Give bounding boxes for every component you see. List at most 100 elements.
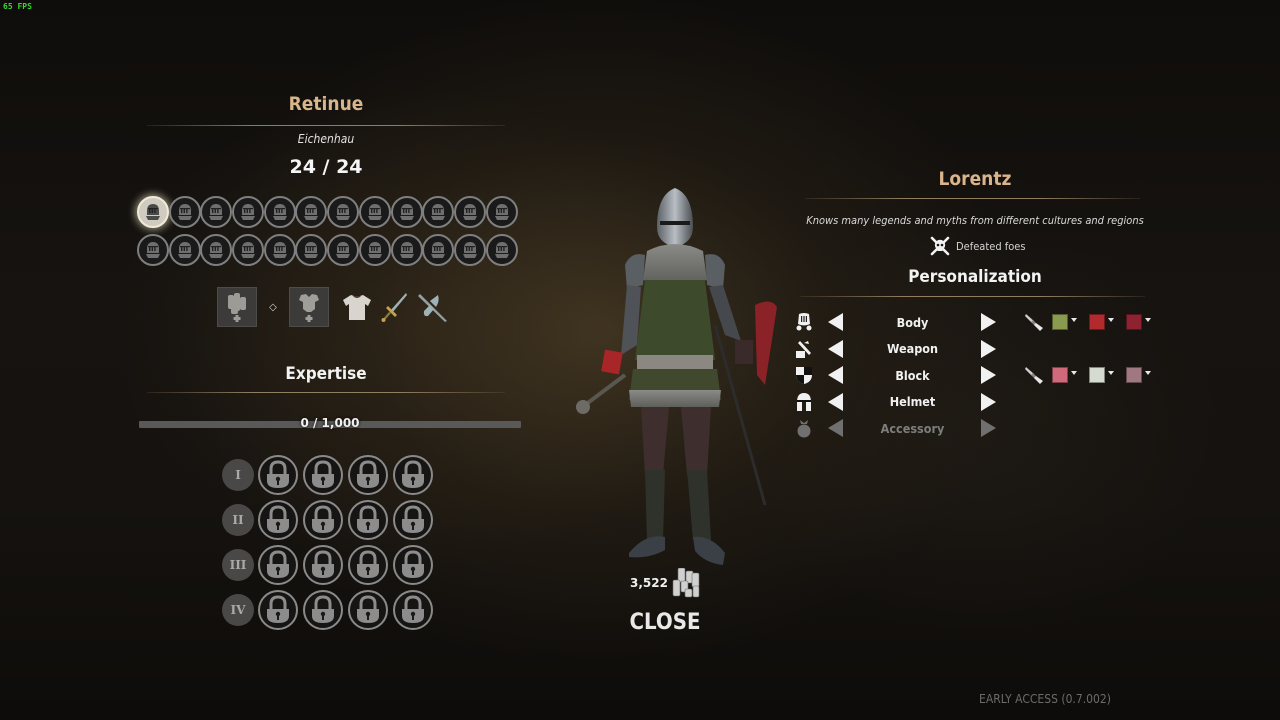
- retinue-member-slot[interactable]: [168, 196, 201, 228]
- knight-helmet-icon: [272, 204, 287, 220]
- sword-item[interactable]: [377, 289, 413, 325]
- padlock-icon: [357, 460, 379, 488]
- personalization-label: Block: [895, 367, 930, 383]
- color-swatch: [1089, 314, 1105, 330]
- color-swatch-dropdown[interactable]: [1052, 309, 1077, 335]
- locked-perk-slot[interactable]: [303, 455, 343, 495]
- character-model[interactable]: [565, 185, 785, 575]
- retinue-member-slot[interactable]: [232, 196, 265, 228]
- equipment-separator: ◇: [269, 301, 277, 313]
- next-option-button[interactable]: [978, 336, 998, 362]
- retinue-member-slot[interactable]: [390, 234, 423, 266]
- next-option-button[interactable]: [978, 362, 998, 388]
- color-swatch-dropdown[interactable]: [1126, 362, 1151, 388]
- color-swatch-dropdown[interactable]: [1052, 362, 1077, 388]
- locked-perk-slot[interactable]: [258, 590, 298, 630]
- shield-icon: [792, 362, 816, 388]
- retinue-member-slot[interactable]: [390, 196, 423, 228]
- retinue-member-grid: [137, 196, 525, 266]
- locked-perk-slot[interactable]: [303, 500, 343, 540]
- expertise-divider: [147, 392, 505, 393]
- locked-perk-slot[interactable]: [393, 545, 433, 585]
- retinue-member-slot[interactable]: [168, 234, 201, 266]
- gold-display: 3,522: [600, 568, 730, 598]
- knight-helmet-icon: [209, 242, 224, 258]
- locked-perk-slot[interactable]: [348, 590, 388, 630]
- knight-helmet-icon: [399, 204, 414, 220]
- knight-helmet-icon: [367, 204, 382, 220]
- retinue-member-slot[interactable]: [263, 196, 296, 228]
- personalization-list: Body Weapon Block Helmet Accessory: [790, 309, 1170, 442]
- retinue-member-slot[interactable]: [200, 234, 233, 266]
- padlock-icon: [357, 595, 379, 623]
- axe-icon: [418, 294, 447, 322]
- previous-option-button[interactable]: [826, 362, 846, 388]
- padlock-icon: [312, 550, 334, 578]
- next-option-button[interactable]: [978, 309, 998, 335]
- knight-helmet-icon: [177, 204, 192, 220]
- padlock-icon: [312, 460, 334, 488]
- knight-helmet-icon: [272, 242, 287, 258]
- arrow-right-icon: [981, 339, 996, 358]
- locked-perk-slot[interactable]: [258, 455, 298, 495]
- personalization-row-body: Body: [790, 309, 1170, 336]
- fps-counter: 65 FPS: [3, 2, 32, 11]
- locked-perk-slot[interactable]: [393, 455, 433, 495]
- retinue-member-slot[interactable]: [453, 234, 486, 266]
- retinue-member-slot[interactable]: [137, 234, 169, 266]
- tunic-item[interactable]: [339, 289, 375, 325]
- previous-option-button[interactable]: [826, 309, 846, 335]
- paint-brush-button[interactable]: [1023, 362, 1047, 388]
- locked-perk-slot[interactable]: [348, 500, 388, 540]
- knight-helmet-icon: [336, 242, 351, 258]
- padlock-icon: [267, 505, 289, 533]
- armor-slot[interactable]: [289, 287, 329, 327]
- locked-perk-slot[interactable]: [258, 500, 298, 540]
- color-swatch-dropdown[interactable]: [1126, 309, 1151, 335]
- locked-perk-slot[interactable]: [393, 500, 433, 540]
- retinue-member-slot[interactable]: [358, 196, 391, 228]
- retinue-member-slot[interactable]: [137, 196, 169, 228]
- retinue-member-slot[interactable]: [422, 234, 455, 266]
- arrow-left-icon: [828, 366, 843, 385]
- retinue-member-slot[interactable]: [232, 234, 265, 266]
- version-label: EARLY ACCESS (0.7.002): [979, 692, 1111, 706]
- retinue-member-slot[interactable]: [358, 234, 391, 266]
- previous-option-button[interactable]: [826, 389, 846, 415]
- padlock-icon: [402, 595, 424, 623]
- coins-slot[interactable]: [217, 287, 257, 327]
- knight-helmet-icon: [146, 242, 160, 258]
- locked-perk-slot[interactable]: [393, 590, 433, 630]
- retinue-member-slot[interactable]: [200, 196, 233, 228]
- personalization-label: Helmet: [889, 394, 936, 410]
- previous-option-button[interactable]: [826, 336, 846, 362]
- retinue-member-slot[interactable]: [327, 196, 360, 228]
- close-button[interactable]: CLOSE: [605, 610, 725, 635]
- character-name: Lorentz: [938, 168, 1012, 190]
- locked-perk-slot[interactable]: [303, 545, 343, 585]
- locked-perk-slot[interactable]: [303, 590, 343, 630]
- paint-brush-button[interactable]: [1023, 309, 1047, 335]
- arrow-left-icon: [828, 339, 843, 358]
- locked-perk-slot[interactable]: [258, 545, 298, 585]
- retinue-member-slot[interactable]: [453, 196, 486, 228]
- padlock-icon: [312, 595, 334, 623]
- knight-helmet-icon: [462, 204, 477, 220]
- knight-helmet-icon: [209, 204, 224, 220]
- locked-perk-slot[interactable]: [348, 455, 388, 495]
- retinue-member-slot[interactable]: [422, 196, 455, 228]
- retinue-member-slot[interactable]: [295, 196, 328, 228]
- axe-item[interactable]: [415, 289, 451, 325]
- color-swatch: [1052, 367, 1068, 384]
- retinue-divider: [147, 125, 505, 126]
- next-option-button[interactable]: [978, 389, 998, 415]
- color-swatch-dropdown[interactable]: [1089, 309, 1114, 335]
- tier-badge: III: [222, 549, 254, 581]
- retinue-member-slot[interactable]: [327, 234, 360, 266]
- retinue-member-slot[interactable]: [485, 234, 518, 266]
- color-swatch-dropdown[interactable]: [1089, 362, 1114, 388]
- locked-perk-slot[interactable]: [348, 545, 388, 585]
- retinue-member-slot[interactable]: [295, 234, 328, 266]
- retinue-member-slot[interactable]: [485, 196, 518, 228]
- retinue-member-slot[interactable]: [263, 234, 296, 266]
